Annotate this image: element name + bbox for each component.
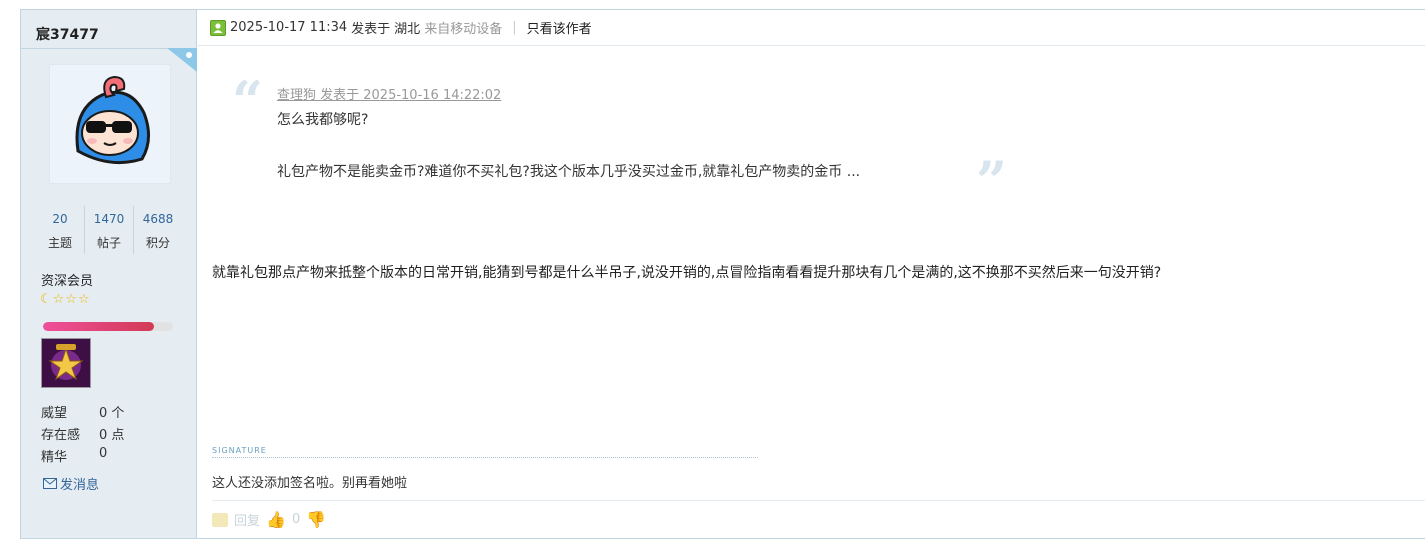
info-key: 存在感 bbox=[41, 428, 81, 443]
post-location: 湖北 bbox=[394, 22, 421, 37]
author-panel: 宸37477 20 主题 1470 帖子 4688 积分 资深会员 ☾ ☆ ☆ … bbox=[21, 10, 197, 538]
post-body: 就靠礼包那点产物来抵整个版本的日常开销,能猜到号都是什么半吊子,说没开销的,点冒… bbox=[212, 265, 1162, 281]
corner-ribbon-icon bbox=[167, 48, 197, 72]
like-count: 0 bbox=[291, 512, 301, 527]
post-panel: 2025-10-17 11:34 发表于 湖北 来自移动设备 | 只看该作者 “… bbox=[198, 10, 1425, 538]
stat-label: 帖子 bbox=[96, 236, 121, 250]
send-message-link[interactable]: 发消息 bbox=[43, 474, 99, 493]
level-stars: ☾ ☆ ☆ ☆ bbox=[40, 293, 90, 307]
moon-icon: ☾ bbox=[40, 292, 52, 307]
quote-open-icon: “ bbox=[232, 69, 264, 133]
stat-value: 20 bbox=[52, 212, 68, 226]
info-row: 威望 0 个 bbox=[41, 402, 124, 424]
reply-button[interactable]: 回复 bbox=[234, 510, 260, 529]
info-value: 0 个 bbox=[99, 406, 125, 421]
info-row: 精华 0 bbox=[41, 446, 124, 468]
info-value: 0 bbox=[99, 446, 108, 461]
stat-posts[interactable]: 1470 帖子 bbox=[85, 206, 134, 254]
level-progress-fill bbox=[43, 322, 154, 331]
stat-value: 1470 bbox=[93, 212, 125, 226]
author-info: 威望 0 个 存在感 0 点 精华 0 bbox=[41, 402, 124, 468]
info-row: 存在感 0 点 bbox=[41, 424, 124, 446]
stat-label: 积分 bbox=[145, 236, 170, 250]
user-level[interactable]: 资深会员 bbox=[41, 270, 93, 289]
star-icon: ☆ bbox=[65, 292, 77, 307]
avatar[interactable] bbox=[49, 64, 171, 184]
signature-text: 这人还没添加签名啦。别再看她啦 bbox=[212, 476, 408, 491]
stat-credits[interactable]: 4688 积分 bbox=[134, 206, 182, 254]
stat-threads[interactable]: 20 主题 bbox=[36, 206, 85, 254]
stat-value: 4688 bbox=[142, 212, 174, 226]
thumbs-up-icon[interactable]: 👍 bbox=[266, 510, 286, 529]
quote-meta-link[interactable]: 查理狗 发表于 2025-10-16 14:22:02 bbox=[277, 84, 501, 103]
thumbs-down-icon[interactable]: 👎 bbox=[306, 510, 326, 529]
star-icon: ☆ bbox=[52, 292, 65, 307]
star-icon: ☆ bbox=[77, 292, 90, 307]
post-frame: 宸37477 20 主题 1470 帖子 4688 积分 资深会员 ☾ ☆ ☆ … bbox=[20, 9, 1425, 539]
signature-label: SIGNATURE bbox=[212, 446, 758, 458]
info-value: 0 点 bbox=[99, 428, 125, 443]
level-progress-bar bbox=[43, 322, 173, 331]
posted-at-label: 发表于 bbox=[351, 22, 391, 37]
only-author-link[interactable]: 只看该作者 bbox=[527, 18, 592, 37]
divider bbox=[212, 500, 1425, 501]
stat-label: 主题 bbox=[47, 236, 72, 250]
separator: | bbox=[512, 20, 517, 35]
quote-close-icon: ” bbox=[976, 149, 1008, 213]
envelope-icon bbox=[43, 478, 57, 489]
post-device: 来自移动设备 bbox=[424, 22, 503, 37]
send-message-label: 发消息 bbox=[60, 478, 100, 493]
online-status-icon bbox=[210, 19, 226, 36]
reply-icon[interactable] bbox=[212, 512, 228, 527]
author-name[interactable]: 宸37477 bbox=[36, 24, 99, 44]
post-date: 2025-10-17 11:34 bbox=[230, 20, 348, 35]
author-stats: 20 主题 1470 帖子 4688 积分 bbox=[36, 206, 182, 254]
avatar-image bbox=[75, 75, 150, 165]
medal-icon[interactable] bbox=[41, 338, 91, 388]
post-actions: 回复 👍 0 👎 bbox=[212, 510, 326, 529]
quote-text-line: 礼包产物不是能卖金币?难道你不买礼包?我这个版本几乎没买过金币,就靠礼包产物卖的… bbox=[277, 164, 861, 180]
info-key: 威望 bbox=[41, 406, 68, 421]
info-key: 精华 bbox=[41, 450, 68, 465]
quote-text-line: 怎么我都够呢? bbox=[277, 112, 369, 128]
post-header: 2025-10-17 11:34 发表于 湖北 来自移动设备 | 只看该作者 bbox=[198, 10, 1425, 46]
